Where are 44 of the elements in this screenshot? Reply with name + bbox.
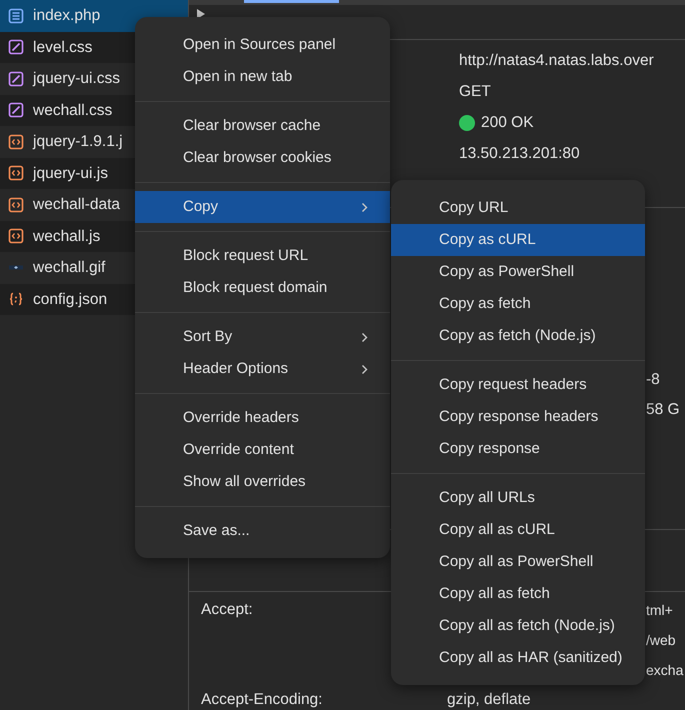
menu-item[interactable]: Copy response [391, 433, 645, 465]
menu-item[interactable]: Open in new tab [135, 61, 390, 93]
menu-item[interactable]: Copy as fetch (Node.js) [391, 320, 645, 352]
menu-item[interactable]: Override headers [135, 402, 390, 434]
menu-item[interactable]: Save as... [135, 515, 390, 547]
file-name: wechall-data [33, 195, 120, 216]
menu-item[interactable]: Copy as fetch [391, 288, 645, 320]
menu-item[interactable]: Header Options [135, 353, 390, 385]
field-value: 200 OK [481, 112, 534, 133]
header-value: gzip, deflate [447, 690, 531, 710]
menu-item[interactable]: Copy all as HAR (sanitized) [391, 642, 645, 674]
header-value: 58 G [646, 400, 680, 420]
menu-item[interactable]: Show all overrides [135, 466, 390, 498]
file-name: level.css [33, 38, 92, 58]
file-name: jquery-ui.css [33, 69, 120, 90]
file-name: config.json [33, 290, 108, 310]
file-name: wechall.gif [33, 258, 106, 278]
field-value: GET [459, 82, 491, 102]
menu-item[interactable]: Sort By [135, 321, 390, 353]
header-name: Accept-Encoding: [201, 690, 322, 710]
menu-item[interactable]: Copy all as cURL [391, 514, 645, 546]
menu-item[interactable]: Copy response headers [391, 401, 645, 433]
menu-item[interactable]: Copy [135, 191, 390, 223]
menu-item[interactable]: Copy all as fetch [391, 578, 645, 610]
menu-item[interactable]: Copy all as PowerShell [391, 546, 645, 578]
menu-item[interactable]: Copy URL [391, 192, 645, 224]
field-value: http://natas4.natas.labs.over [459, 50, 654, 71]
field-value: 13.50.213.201:80 [459, 144, 580, 164]
header-name: Accept: [201, 600, 253, 620]
header-value: /web [646, 630, 676, 650]
header-value: excha [646, 660, 684, 680]
menu-item[interactable]: Override content [135, 434, 390, 466]
file-name: jquery-1.9.1.j [33, 132, 123, 152]
header-value: tml+ [646, 600, 673, 620]
header-value: -8 [646, 370, 660, 390]
menu-item[interactable]: Copy as PowerShell [391, 256, 645, 288]
file-name: jquery-ui.js [33, 164, 108, 184]
menu-item[interactable]: Copy as cURL [391, 224, 645, 256]
file-name: wechall.css [33, 100, 112, 121]
menu-item[interactable]: Copy all as fetch (Node.js) [391, 610, 645, 642]
file-name: index.php [33, 6, 100, 26]
menu-item[interactable]: Copy request headers [391, 369, 645, 401]
menu-item[interactable]: Copy all URLs [391, 482, 645, 514]
file-name: wechall.js [33, 226, 100, 247]
